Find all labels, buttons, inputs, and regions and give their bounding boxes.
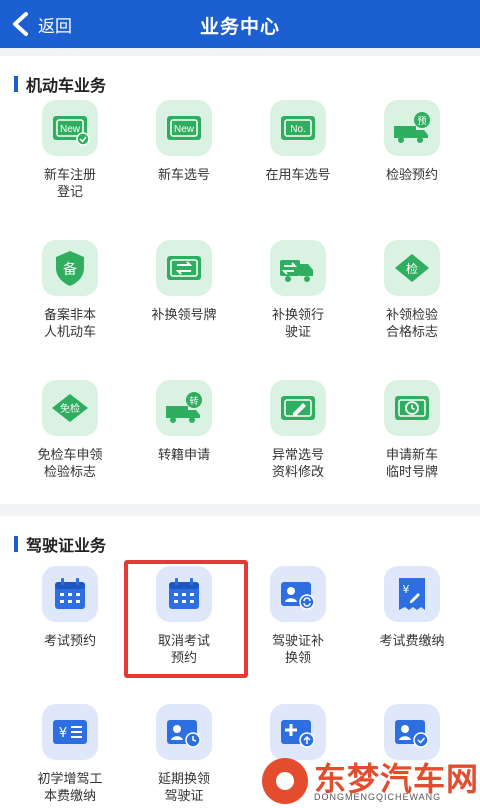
driving-item-calendar[interactable]: 考试预约 <box>13 566 127 649</box>
page-title: 业务中心 <box>199 17 280 38</box>
driving-item-license-delay[interactable]: 延期换领 驾驶证 <box>127 704 241 804</box>
motor-item-label: 补换领号牌 <box>151 307 217 322</box>
motor-item-license-exchange[interactable]: 补换领行 驶证 <box>241 240 355 340</box>
svg-text:New: New <box>60 124 81 135</box>
motor-item-record-shield[interactable]: 备备案非本 人机动车 <box>13 240 127 340</box>
motor-item-new-plate[interactable]: New 新车选号 <box>127 100 241 183</box>
truck-reserve-icon: 预 <box>384 100 440 156</box>
receipt-icon: ¥ <box>384 566 440 622</box>
new-plate-icon: New <box>156 100 212 156</box>
motor-item-truck-transfer[interactable]: 转转籍申请 <box>127 380 241 463</box>
motor-section-title: 机动车业务 <box>14 72 106 96</box>
logo-icon <box>262 758 308 804</box>
svg-text:New: New <box>174 124 195 135</box>
motor-item-label: 补领检验 合格标志 <box>385 307 438 339</box>
calendar-icon <box>42 566 98 622</box>
driving-item-fee[interactable]: ¥ 初学增驾工 本费缴纳 <box>13 704 127 804</box>
motor-item-edit-plate[interactable]: 异常选号 资料修改 <box>241 380 355 480</box>
svg-text:¥: ¥ <box>59 726 67 741</box>
license-delay-icon <box>156 704 212 760</box>
motor-item-exempt-badge[interactable]: 免检免检车申领 检验标志 <box>13 380 127 480</box>
motor-item-label: 申请新车 临时号牌 <box>385 447 438 479</box>
driving-item-label: 驾驶证补 换领 <box>271 633 324 665</box>
top-bar: 返回 业务中心 <box>0 0 480 48</box>
svg-text:备: 备 <box>63 261 77 278</box>
plate-exchange-icon <box>156 240 212 296</box>
driving-item-receipt[interactable]: ¥ 考试费缴纳 <box>355 566 469 649</box>
svg-text:检: 检 <box>406 261 418 276</box>
driving-item-label: 考试预约 <box>43 633 96 648</box>
motor-item-label: 免检车申领 检验标志 <box>37 447 103 479</box>
fee-icon: ¥ <box>42 704 98 760</box>
motor-item-label: 在用车选号 <box>265 167 331 182</box>
motor-item-truck-reserve[interactable]: 预检验预约 <box>355 100 469 183</box>
driving-item-label: 延期换领 驾驶证 <box>157 771 210 803</box>
motor-item-label: 转籍申请 <box>157 447 210 462</box>
highlight-box <box>124 560 248 678</box>
license-exchange-icon <box>270 240 326 296</box>
motor-item-label: 异常选号 资料修改 <box>271 447 324 479</box>
watermark: 东梦汽车网 DONGMENGQICHEWANG <box>262 748 480 808</box>
temp-plate-icon <box>384 380 440 436</box>
number-plate-icon: No. <box>270 100 326 156</box>
motor-item-inspection-badge[interactable]: 检补领检验 合格标志 <box>355 240 469 340</box>
record-shield-icon: 备 <box>42 240 98 296</box>
driving-section-title: 驾驶证业务 <box>14 532 106 556</box>
watermark-sub: DONGMENGQICHEWANG <box>314 792 442 802</box>
svg-text:¥: ¥ <box>403 583 410 596</box>
driving-item-label: 初学增驾工 本费缴纳 <box>37 771 103 803</box>
motor-item-label: 备案非本 人机动车 <box>43 307 96 339</box>
motor-item-temp-plate[interactable]: 申请新车 临时号牌 <box>355 380 469 480</box>
motor-item-number-plate[interactable]: No. 在用车选号 <box>241 100 355 183</box>
motor-item-label: 新车选号 <box>157 167 210 182</box>
inspection-badge-icon: 检 <box>384 240 440 296</box>
license-renew-icon <box>270 566 326 622</box>
driving-item-label: 考试费缴纳 <box>379 633 445 648</box>
svg-text:预: 预 <box>417 116 426 127</box>
motor-item-plate-exchange[interactable]: 补换领号牌 <box>127 240 241 323</box>
new-car-register-icon: New <box>42 100 98 156</box>
svg-text:No.: No. <box>290 124 306 135</box>
truck-transfer-icon: 转 <box>156 380 212 436</box>
motor-item-label: 新车注册 登记 <box>43 167 96 199</box>
svg-text:免检: 免检 <box>60 402 80 415</box>
edit-plate-icon <box>270 380 326 436</box>
exempt-badge-icon: 免检 <box>42 380 98 436</box>
motor-item-label: 检验预约 <box>385 167 438 182</box>
svg-text:转: 转 <box>189 395 198 407</box>
motor-item-label: 补换领行 驶证 <box>271 307 324 339</box>
driving-item-license-renew[interactable]: 驾驶证补 换领 <box>241 566 355 666</box>
motor-item-new-car-register[interactable]: New 新车注册 登记 <box>13 100 127 200</box>
